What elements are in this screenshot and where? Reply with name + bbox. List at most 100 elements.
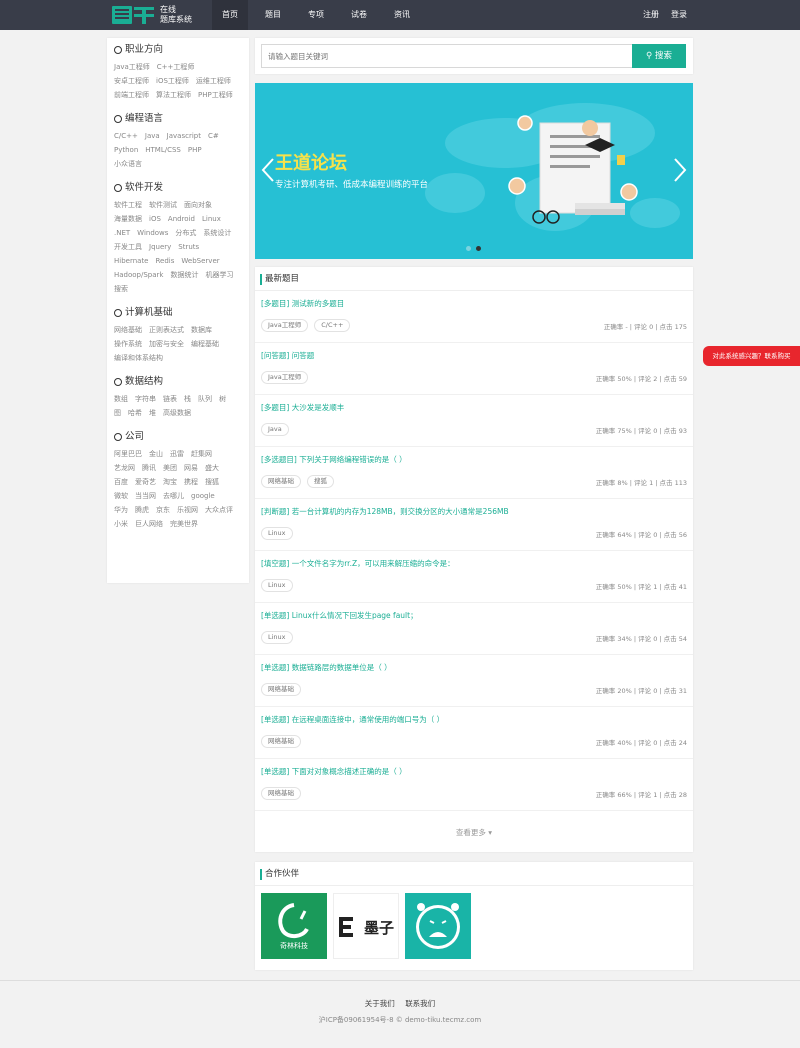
nav-item-papers[interactable]: 试卷 [341,0,377,30]
question-tag[interactable]: Java工程师 [261,319,309,332]
sidebar-tag[interactable]: 数组 [114,392,128,406]
sidebar-tag[interactable]: 微软 [114,489,128,503]
sidebar-tag[interactable]: 字符串 [135,392,156,406]
register-link[interactable]: 注册 [643,0,659,30]
partner-logo-mascot[interactable] [405,893,471,959]
sidebar-tag[interactable]: 编程基础 [191,337,219,351]
carousel-next-button[interactable] [673,157,687,183]
sidebar-tag[interactable]: 腾讯 [142,461,156,475]
sidebar-tag[interactable]: 携程 [184,475,198,489]
question-tag[interactable]: 网络基础 [261,683,301,696]
question-tag[interactable]: 网络基础 [261,787,301,800]
footer-about-link[interactable]: 关于我们 [365,999,395,1008]
nav-item-questions[interactable]: 题目 [255,0,291,30]
question-title-link[interactable]: [多选题目] 下列关于网络编程错误的是（ ） [261,454,407,465]
sidebar-tag[interactable]: 开发工具 [114,240,142,254]
footer-contact-link[interactable]: 联系我们 [405,999,435,1008]
sidebar-tag[interactable]: 网络基础 [114,323,142,337]
sidebar-tag[interactable]: .NET [114,226,130,240]
sidebar-tag[interactable]: iOS工程师 [156,74,189,88]
sidebar-tag[interactable]: 图 [114,406,121,420]
sidebar-tag[interactable]: Android [168,212,195,226]
sidebar-tag[interactable]: 爱奇艺 [135,475,156,489]
sidebar-tag[interactable]: PHP [188,143,202,157]
sidebar-tag[interactable]: 完美世界 [170,517,198,531]
question-title-link[interactable]: [判断题] 若一台计算机的内存为128MB，则交换分区的大小通常是256MB [261,506,509,517]
sidebar-tag[interactable]: 软件工程 [114,198,142,212]
sidebar-tag[interactable]: 华为 [114,503,128,517]
sidebar-tag[interactable]: 运维工程师 [196,74,231,88]
question-title-link[interactable]: [单选题] 下面对对象概念描述正确的是（ ） [261,766,407,777]
sidebar-category-title[interactable]: 公司 [114,429,242,445]
sidebar-tag[interactable]: 正则表达式 [149,323,184,337]
sidebar-tag[interactable]: 去哪儿 [163,489,184,503]
partner-logo-mozi[interactable]: 墨子 [333,893,399,959]
question-title-link[interactable]: [填空题] 一个文件名字为rr.Z，可以用来解压缩的命令是： [261,558,455,569]
carousel-prev-button[interactable] [261,157,275,183]
login-link[interactable]: 登录 [671,0,687,30]
sidebar-category-title[interactable]: 数据结构 [114,374,242,390]
sidebar-tag[interactable]: 链表 [163,392,177,406]
contact-purchase-tip[interactable]: 对此系统感兴趣？联系购买 [703,346,800,366]
partner-logo-qilin[interactable]: 奇林科技 [261,893,327,959]
question-tag[interactable]: Linux [261,527,293,540]
sidebar-tag[interactable]: 哈希 [128,406,142,420]
sidebar-tag[interactable]: 大众点评 [205,503,233,517]
sidebar-tag[interactable]: 算法工程师 [156,88,191,102]
sidebar-tag[interactable]: 搜狐 [205,475,219,489]
sidebar-tag[interactable]: 软件测试 [149,198,177,212]
sidebar-tag[interactable]: google [191,489,215,503]
sidebar-tag[interactable]: 小众语言 [114,157,142,171]
sidebar-tag[interactable]: Struts [178,240,199,254]
sidebar-tag[interactable]: 面向对象 [184,198,212,212]
sidebar-category-title[interactable]: 编程语言 [114,111,242,127]
sidebar-tag[interactable]: 金山 [149,447,163,461]
sidebar-tag[interactable]: 腾虎 [135,503,149,517]
question-title-link[interactable]: [问答题] 问答题 [261,350,314,361]
question-title-link[interactable]: [单选题] 在远程桌面连接中，通常使用的端口号为（ ） [261,714,444,725]
carousel-dot-2[interactable] [476,246,481,251]
sidebar-tag[interactable]: C/C++ [114,129,138,143]
sidebar-tag[interactable]: C# [208,129,219,143]
sidebar-tag[interactable]: Jquery [149,240,171,254]
sidebar-tag[interactable]: 栈 [184,392,191,406]
question-tag[interactable]: Linux [261,579,293,592]
sidebar-tag[interactable]: 网易 [184,461,198,475]
question-tag[interactable]: Linux [261,631,293,644]
sidebar-category-title[interactable]: 职业方向 [114,42,242,58]
sidebar-tag[interactable]: 百度 [114,475,128,489]
question-title-link[interactable]: [单选题] Linux什么情况下回发生page fault； [261,610,418,621]
sidebar-tag[interactable]: PHP工程师 [198,88,233,102]
sidebar-tag[interactable]: Hibernate [114,254,149,268]
sidebar-tag[interactable]: 安卓工程师 [114,74,149,88]
sidebar-tag[interactable]: Javascript [167,129,201,143]
nav-item-topics[interactable]: 专项 [298,0,334,30]
search-input[interactable] [261,44,637,68]
question-title-link[interactable]: [多题目] 大沙发是发顺丰 [261,402,344,413]
sidebar-tag[interactable]: 艺龙网 [114,461,135,475]
sidebar-tag[interactable]: 小米 [114,517,128,531]
sidebar-tag[interactable]: Linux [202,212,221,226]
sidebar-tag[interactable]: 阿里巴巴 [114,447,142,461]
question-title-link[interactable]: [多题目] 测试新的多题目 [261,298,344,309]
sidebar-tag[interactable]: 编译和体系结构 [114,351,163,365]
nav-item-news[interactable]: 资讯 [384,0,420,30]
sidebar-tag[interactable]: 前端工程师 [114,88,149,102]
question-tag[interactable]: 网络基础 [261,735,301,748]
sidebar-tag[interactable]: 树 [219,392,226,406]
sidebar-tag[interactable]: HTML/CSS [145,143,181,157]
sidebar-tag[interactable]: 操作系统 [114,337,142,351]
sidebar-tag[interactable]: 加密与安全 [149,337,184,351]
sidebar-tag[interactable]: C++工程师 [157,60,195,74]
question-title-link[interactable]: [单选题] 数据链路层的数据单位是（ ） [261,662,392,673]
sidebar-tag[interactable]: 堆 [149,406,156,420]
sidebar-tag[interactable]: 数据统计 [170,268,198,282]
sidebar-tag[interactable]: 搜索 [114,282,128,296]
sidebar-tag[interactable]: 京东 [156,503,170,517]
banner-carousel[interactable]: 王道论坛 专注计算机考研、低成本编程训练的平台 [255,83,693,259]
sidebar-tag[interactable]: Java [145,129,160,143]
sidebar-tag[interactable]: 队列 [198,392,212,406]
question-tag[interactable]: Java工程师 [261,371,309,384]
sidebar-tag[interactable]: Python [114,143,138,157]
sidebar-tag[interactable]: 迅雷 [170,447,184,461]
